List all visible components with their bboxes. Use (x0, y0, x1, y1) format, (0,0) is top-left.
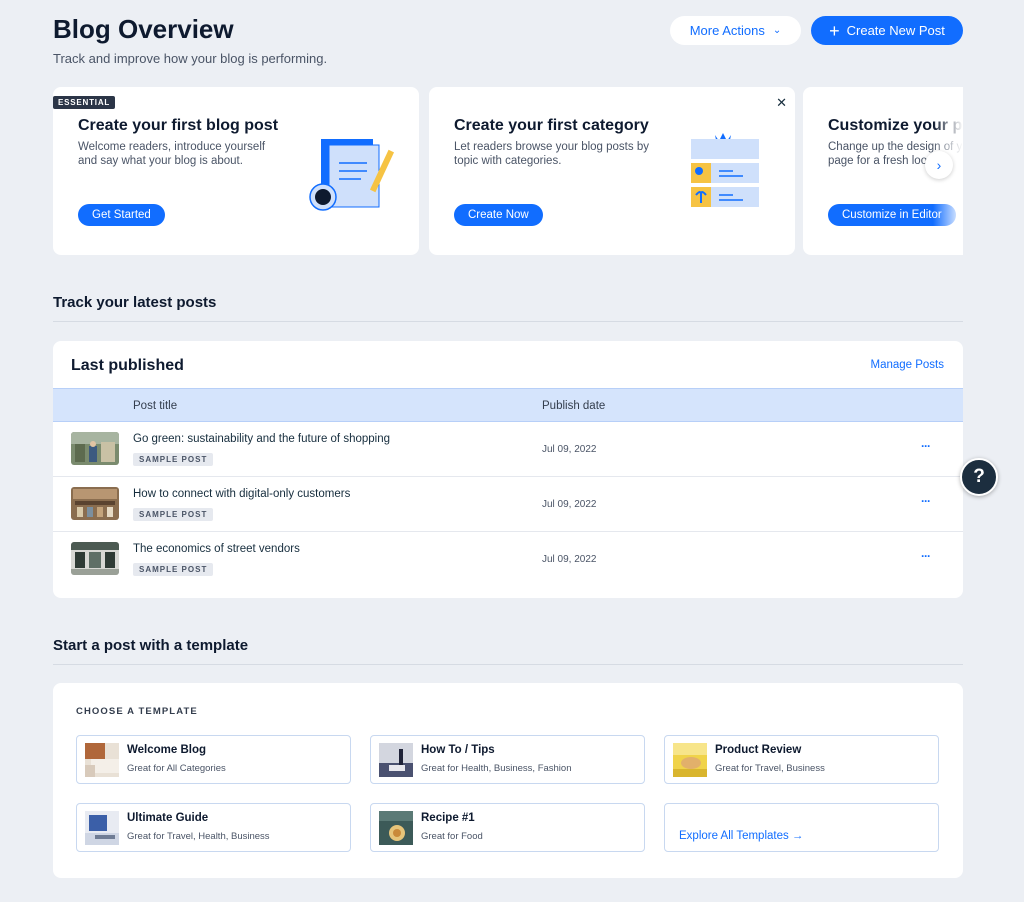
table-row[interactable]: Go green: sustainability and the future … (53, 422, 963, 477)
template-thumbnail (379, 811, 413, 845)
panel-title: Last published (71, 357, 184, 374)
column-header-post-title: Post title (133, 400, 178, 412)
help-button[interactable]: ? (960, 458, 998, 496)
table-row[interactable]: How to connect with digital-only custome… (53, 477, 963, 532)
publish-date: Jul 09, 2022 (542, 499, 597, 510)
sample-post-badge: SAMPLE POST (133, 563, 214, 576)
table-header: Post title Publish date (53, 388, 963, 422)
column-header-publish-date: Publish date (542, 400, 606, 412)
template-description: Great for Health, Business, Fashion (421, 763, 572, 774)
onboarding-card-blog-post: ESSENTIAL Create your first blog post We… (53, 87, 419, 255)
templates-panel: CHOOSE A TEMPLATE Welcome Blog Great for… (53, 683, 963, 878)
template-card-how-to-tips[interactable]: How To / Tips Great for Health, Business… (370, 735, 645, 784)
create-new-post-button[interactable]: + Create New Post (811, 16, 963, 45)
more-options-icon[interactable]: ··· (921, 439, 931, 453)
template-name: Ultimate Guide (127, 812, 209, 824)
card-title: Create your first category (454, 117, 649, 134)
sample-post-badge: SAMPLE POST (133, 453, 214, 466)
manage-posts-link[interactable]: Manage Posts (870, 359, 944, 371)
publish-date: Jul 09, 2022 (542, 444, 597, 455)
post-title[interactable]: Go green: sustainability and the future … (133, 433, 390, 445)
template-thumbnail (673, 743, 707, 777)
choose-template-label: CHOOSE A TEMPLATE (76, 706, 198, 717)
more-options-icon[interactable]: ··· (921, 549, 931, 563)
card-description: Let readers browse your blog posts by to… (454, 141, 649, 167)
post-title[interactable]: The economics of street vendors (133, 543, 300, 555)
post-thumbnail (71, 487, 119, 520)
category-illustration-icon (691, 133, 759, 207)
template-description: Great for Travel, Business (715, 763, 825, 774)
explore-all-templates-link[interactable]: Explore All Templates → (679, 830, 803, 842)
template-name: How To / Tips (421, 744, 495, 756)
page-title: Blog Overview (53, 14, 234, 44)
template-thumbnail (85, 811, 119, 845)
more-options-icon[interactable]: ··· (921, 494, 931, 508)
template-card-recipe[interactable]: Recipe #1 Great for Food (370, 803, 645, 852)
section-title-latest-posts: Track your latest posts (53, 294, 217, 311)
table-row[interactable]: The economics of street vendors SAMPLE P… (53, 532, 963, 587)
sample-post-badge: SAMPLE POST (133, 508, 214, 521)
essential-badge: ESSENTIAL (53, 96, 116, 109)
template-description: Great for All Categories (127, 763, 226, 774)
template-description: Great for Travel, Health, Business (127, 831, 270, 842)
post-thumbnail (71, 542, 119, 575)
template-thumbnail (85, 743, 119, 777)
get-started-button[interactable]: Get Started (78, 204, 165, 226)
create-new-post-label: Create New Post (846, 23, 945, 38)
post-title[interactable]: How to connect with digital-only custome… (133, 488, 350, 500)
section-title-templates: Start a post with a template (53, 637, 249, 654)
template-name: Product Review (715, 744, 802, 756)
plus-icon: + (829, 20, 840, 41)
more-actions-button[interactable]: More Actions ⌄ (670, 16, 801, 45)
publish-date: Jul 09, 2022 (542, 554, 597, 565)
template-thumbnail (379, 743, 413, 777)
page-subtitle: Track and improve how your blog is perfo… (53, 51, 328, 66)
chevron-down-icon: ⌄ (772, 25, 782, 36)
template-name: Welcome Blog (127, 744, 207, 756)
more-actions-label: More Actions (689, 23, 765, 38)
template-description: Great for Food (421, 831, 483, 842)
card-description: Welcome readers, introduce yourself and … (78, 141, 266, 167)
card-title: Create your first blog post (78, 117, 279, 134)
onboarding-cards: ESSENTIAL Create your first blog post We… (53, 87, 963, 255)
template-card-ultimate-guide[interactable]: Ultimate Guide Great for Travel, Health,… (76, 803, 351, 852)
create-now-button[interactable]: Create Now (454, 204, 543, 226)
close-icon[interactable]: ✕ (776, 95, 787, 111)
chevron-right-icon[interactable]: › (925, 151, 953, 179)
template-card-product-review[interactable]: Product Review Great for Travel, Busines… (664, 735, 939, 784)
explore-templates-card[interactable]: Explore All Templates → (664, 803, 939, 852)
onboarding-card-category: ✕ Create your first category Let readers… (429, 87, 795, 255)
blog-post-illustration-icon (309, 139, 395, 211)
post-thumbnail (71, 432, 119, 465)
template-name: Recipe #1 (421, 812, 475, 824)
divider (53, 321, 963, 322)
template-card-welcome-blog[interactable]: Welcome Blog Great for All Categories (76, 735, 351, 784)
divider (53, 664, 963, 665)
last-published-panel: Last published Manage Posts Post title P… (53, 341, 963, 598)
